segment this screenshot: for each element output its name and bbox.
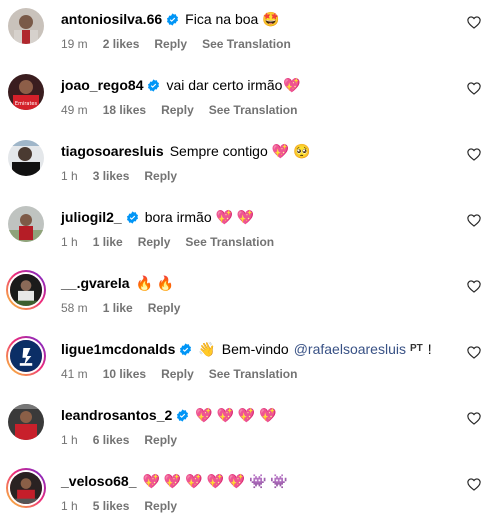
timestamp: 49 m [61, 103, 88, 117]
timestamp: 1 h [61, 433, 78, 447]
emoji: 💖 💖 💖 💖 💖 👾 👾 [142, 473, 288, 489]
comment-item: juliogil2_ bora irmão 💖 💖 1 h 1 like Rep… [0, 198, 493, 264]
likes-count[interactable]: 3 likes [93, 168, 130, 184]
verified-badge-icon [177, 408, 189, 422]
reply-button[interactable]: Reply [138, 234, 171, 250]
emoji: 💖 💖 [215, 209, 255, 225]
comment-text: Bem-vindo [221, 341, 289, 357]
comment-text: Sempre contigo [169, 143, 268, 159]
reply-button[interactable]: Reply [161, 366, 194, 382]
username[interactable]: __.gvarela [61, 274, 130, 292]
emoji: 💖 [283, 77, 301, 93]
svg-text:Emirates: Emirates [15, 101, 38, 107]
like-heart-icon[interactable] [467, 280, 481, 293]
verified-badge-icon [167, 12, 179, 26]
reply-button[interactable]: Reply [148, 300, 181, 316]
likes-count[interactable]: 5 likes [93, 498, 130, 514]
see-translation-button[interactable]: See Translation [209, 102, 298, 118]
verified-badge-icon [148, 78, 160, 92]
comment-item: _veloso68_ 💖 💖 💖 💖 💖 👾 👾 1 h 5 likes Rep… [0, 462, 493, 522]
timestamp: 1 h [61, 499, 78, 513]
see-translation-button[interactable]: See Translation [209, 366, 298, 382]
avatar[interactable] [8, 8, 44, 44]
like-heart-icon[interactable] [467, 478, 481, 491]
reply-button[interactable]: Reply [144, 432, 177, 448]
see-translation-button[interactable]: See Translation [185, 234, 274, 250]
emoji: 🤩 [262, 11, 280, 27]
timestamp: 1 h [61, 169, 78, 183]
avatar-story-ring[interactable] [6, 468, 46, 508]
verified-badge-icon [180, 342, 192, 356]
emoji: 💖 💖 💖 💖 [195, 407, 277, 423]
reply-button[interactable]: Reply [154, 36, 187, 52]
avatar[interactable] [8, 404, 44, 440]
comment-text: vai dar certo irmão [166, 77, 283, 93]
comment-item: tiagosoaresluis Sempre contigo 💖 🥺 1 h 3… [0, 132, 493, 198]
comment-item: antoniosilva.66 Fica na boa 🤩 19 m 2 lik… [0, 0, 493, 66]
username[interactable]: leandrosantos_2 [61, 406, 172, 424]
avatar[interactable] [8, 206, 44, 242]
timestamp: 1 h [61, 235, 78, 249]
like-heart-icon[interactable] [467, 214, 481, 227]
comments-list: antoniosilva.66 Fica na boa 🤩 19 m 2 lik… [0, 0, 493, 522]
emoji: 💖 🥺 [271, 143, 311, 159]
avatar-story-ring[interactable] [6, 336, 46, 376]
mention-link[interactable]: @rafaelsoaresluis [294, 340, 406, 358]
username[interactable]: tiagosoaresluis [61, 142, 164, 160]
avatar[interactable] [8, 140, 44, 176]
avatar[interactable]: Emirates [8, 74, 44, 110]
comment-item: Emirates joao_rego84 vai dar certo irmão… [0, 66, 493, 132]
timestamp: 19 m [61, 37, 88, 51]
likes-count[interactable]: 1 like [103, 300, 133, 316]
username[interactable]: joao_rego84 [61, 76, 143, 94]
likes-count[interactable]: 6 likes [93, 432, 130, 448]
verified-badge-icon [126, 210, 138, 224]
likes-count[interactable]: 10 likes [103, 366, 146, 382]
comment-item: leandrosantos_2 💖 💖 💖 💖 1 h 6 likes Repl… [0, 396, 493, 462]
likes-count[interactable]: 2 likes [103, 36, 140, 52]
emoji: 🔥 🔥 [135, 275, 175, 291]
flag-label: PT [409, 343, 423, 354]
like-heart-icon[interactable] [467, 148, 481, 161]
timestamp: 41 m [61, 367, 88, 381]
username[interactable]: antoniosilva.66 [61, 10, 162, 28]
comment-item: ligue1mcdonalds 👋 Bem-vindo @rafaelsoare… [0, 330, 493, 396]
timestamp: 58 m [61, 301, 88, 315]
likes-count[interactable]: 1 like [93, 234, 123, 250]
comment-text: bora irmão [144, 209, 212, 225]
waving-hand-emoji: 👋 [198, 341, 216, 357]
comment-suffix: ! [427, 341, 432, 357]
username[interactable]: _veloso68_ [61, 472, 137, 490]
reply-button[interactable]: Reply [144, 498, 177, 514]
username[interactable]: ligue1mcdonalds [61, 340, 175, 358]
reply-button[interactable]: Reply [161, 102, 194, 118]
likes-count[interactable]: 18 likes [103, 102, 146, 118]
reply-button[interactable]: Reply [144, 168, 177, 184]
comment-text: Fica na boa [185, 11, 259, 27]
like-heart-icon[interactable] [467, 16, 481, 29]
comment-item: __.gvarela 🔥 🔥 58 m 1 like Reply [0, 264, 493, 330]
like-heart-icon[interactable] [467, 412, 481, 425]
avatar-story-ring[interactable] [6, 270, 46, 310]
username[interactable]: juliogil2_ [61, 208, 122, 226]
see-translation-button[interactable]: See Translation [202, 36, 291, 52]
like-heart-icon[interactable] [467, 346, 481, 359]
like-heart-icon[interactable] [467, 82, 481, 95]
